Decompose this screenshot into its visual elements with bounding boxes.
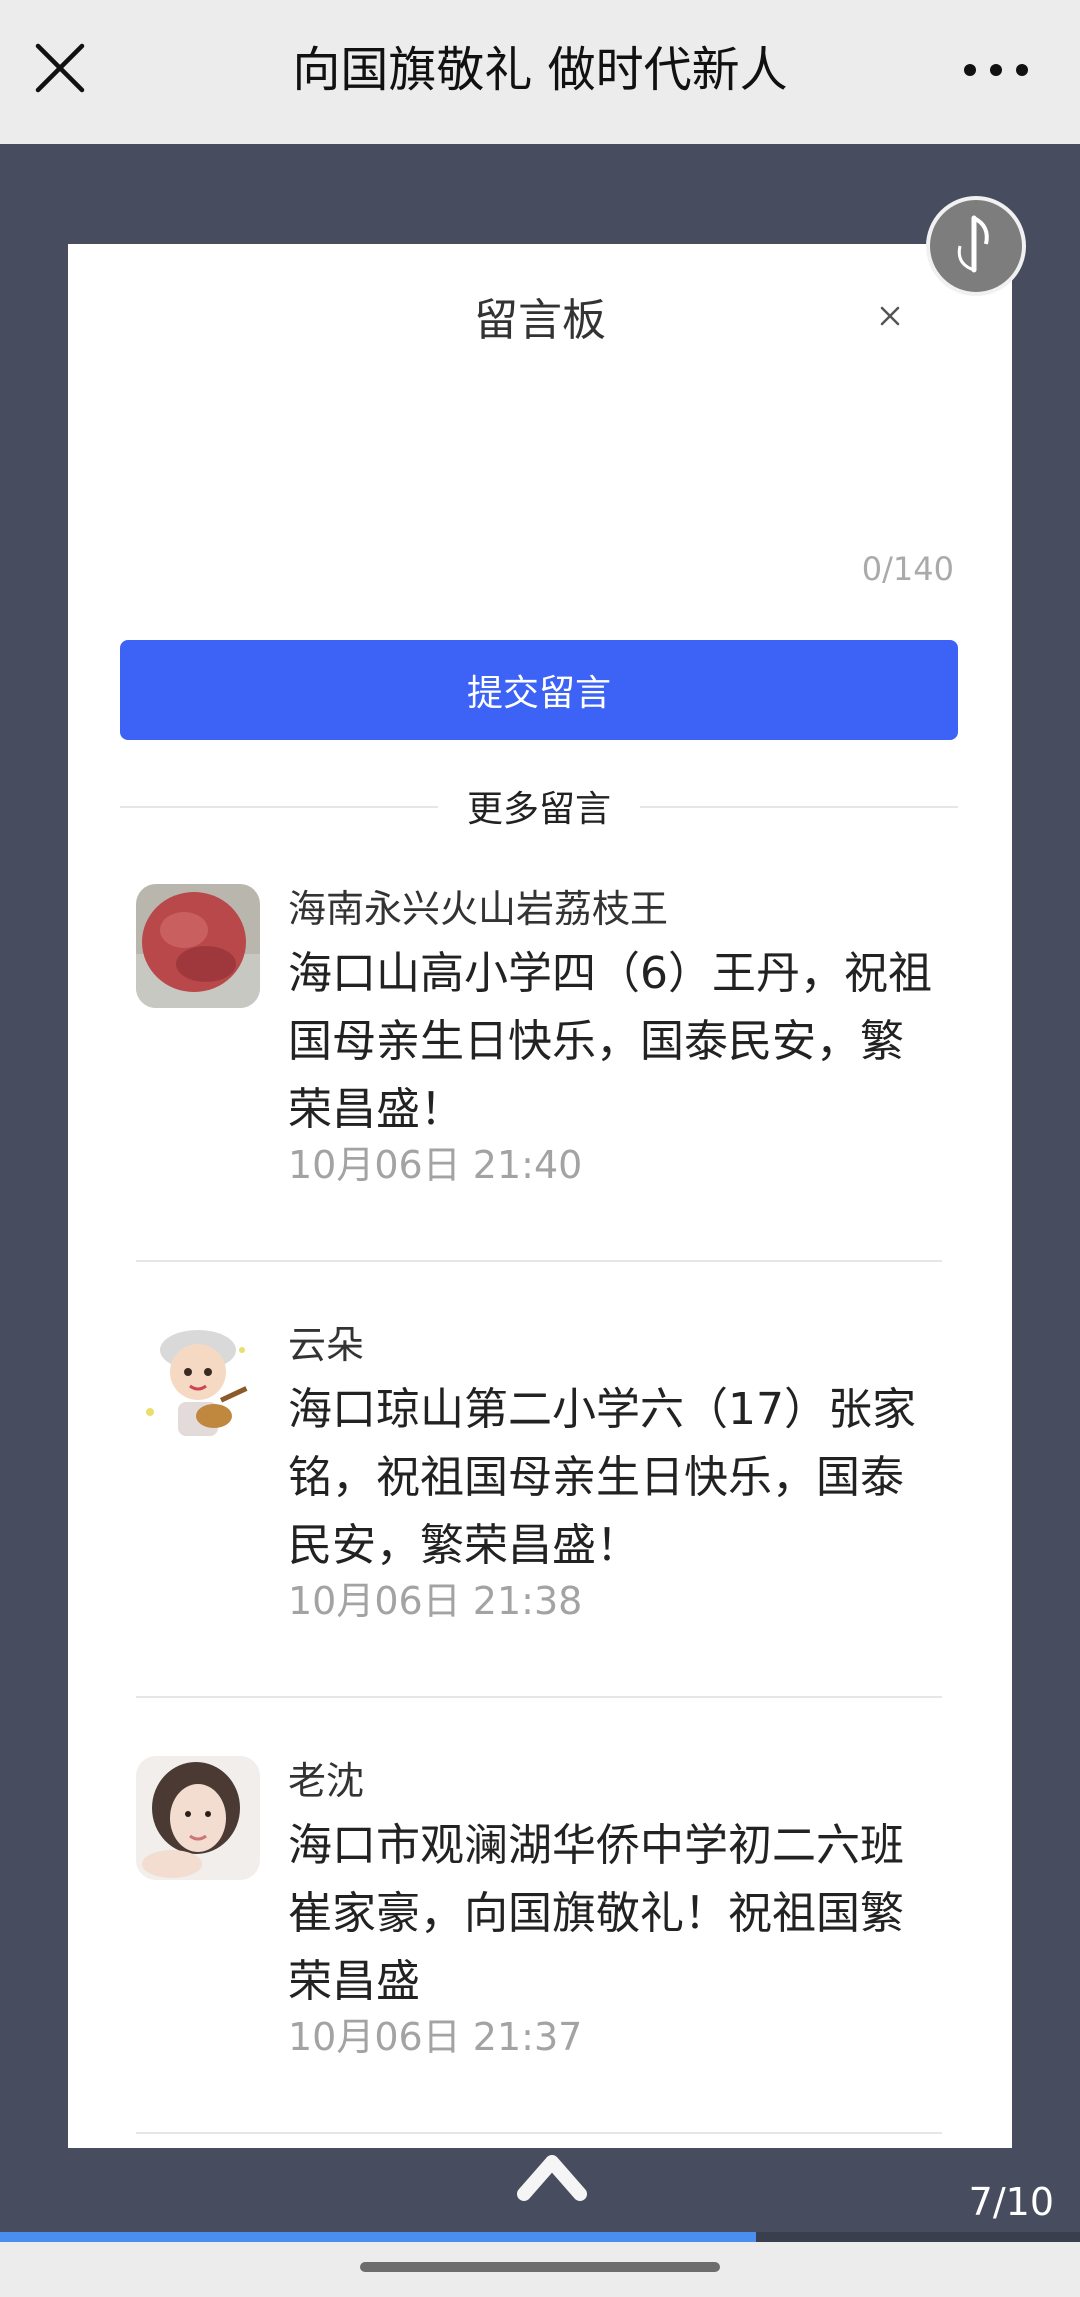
more-messages-header: 更多留言 [120,780,958,832]
music-note-icon [957,215,989,273]
message-board-card: 留言板 0/140 提交留言 更多留言 海南永兴火山岩荔枝王 海口山高小学四（6… [68,244,1012,2148]
portrait-avatar [136,1756,260,1880]
board-title: 留言板 [474,295,606,346]
chevron-up-icon[interactable] [516,2150,588,2202]
comment-divider [136,1260,942,1262]
page-title: 向国旗敬礼 做时代新人 [292,42,788,98]
char-counter: 0/140 [861,550,954,588]
comment-text: 海口市观澜湖华侨中学初二六班崔家豪，向国旗敬礼！祝祖国繁荣昌盛 [288,1820,904,2007]
message-input[interactable] [120,364,964,588]
top-bar: 向国旗敬礼 做时代新人 [0,0,1080,144]
page-indicator: 7/10 [968,2180,1054,2224]
comment-author: 海南永兴火山岩荔枝王 [288,887,669,931]
comment-time: 10月06日 21:40 [288,1143,583,1187]
progress-fill [0,2232,756,2242]
progress-track [0,2232,1080,2242]
music-toggle[interactable] [926,196,1026,296]
more-dots-icon[interactable] [962,56,1030,84]
comment-divider [136,1696,942,1698]
comment-divider [136,2132,942,2134]
lychee-avatar [136,884,260,1008]
board-close-icon[interactable] [874,300,906,332]
cartoon-guitar-avatar [136,1320,260,1444]
comment-author: 老沈 [288,1759,365,1803]
comment-time: 10月06日 21:37 [288,2015,583,2059]
comment-time: 10月06日 21:38 [288,1579,583,1623]
bottom-bar [0,2242,1080,2297]
divider-line-right [640,806,958,808]
submit-message-button[interactable]: 提交留言 [120,640,958,740]
comment-author: 云朵 [288,1323,365,1367]
home-indicator[interactable] [360,2262,720,2272]
submit-message-label: 提交留言 [466,673,611,714]
comment-text: 海口琼山第二小学六（17）张家铭，祝祖国母亲生日快乐，国泰民安，繁荣昌盛！ [288,1384,916,1571]
close-icon[interactable] [32,40,88,96]
comment-text: 海口山高小学四（6）王丹，祝祖国母亲生日快乐，国泰民安，繁荣昌盛！ [288,948,932,1135]
